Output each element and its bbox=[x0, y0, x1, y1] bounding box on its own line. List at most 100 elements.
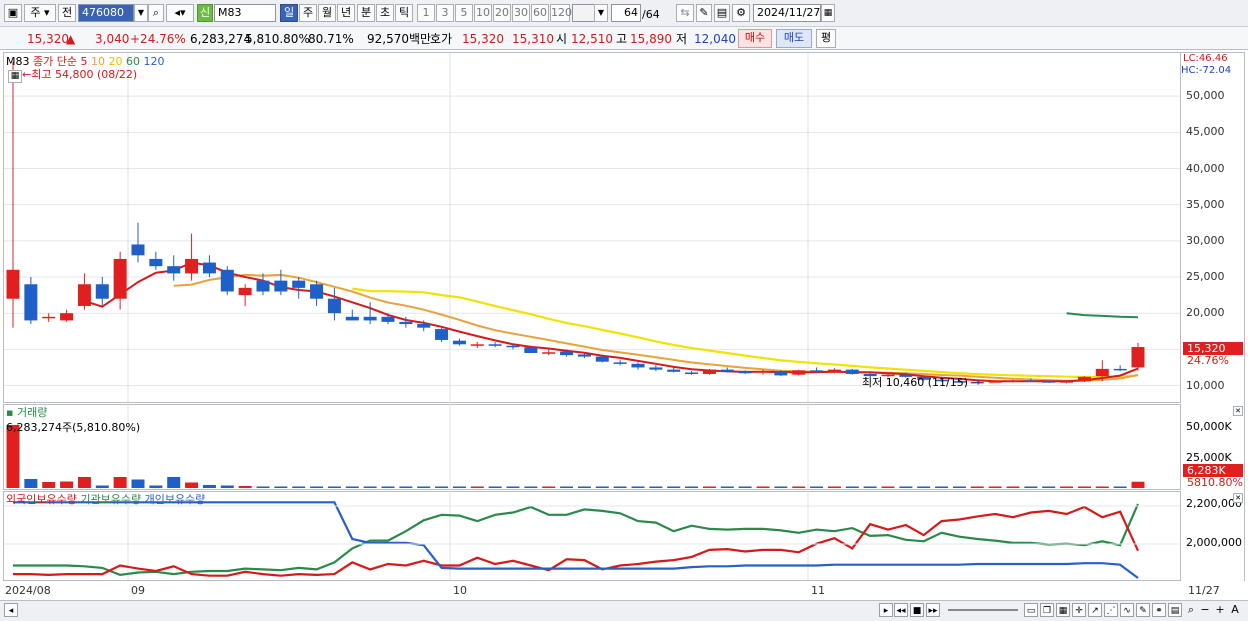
volume-tick-50000k: 50,000K bbox=[1186, 420, 1232, 433]
candle-body bbox=[185, 258, 199, 274]
candle-body bbox=[470, 344, 484, 346]
volume-title-text: 거래량 bbox=[16, 406, 48, 419]
volume-tick-25000k: 25,000K bbox=[1186, 451, 1232, 464]
candle-body bbox=[24, 284, 38, 321]
close-icon[interactable]: ✕ bbox=[1233, 406, 1243, 416]
x-label-2024-08: 2024/08 bbox=[5, 584, 51, 597]
candle-body bbox=[595, 356, 609, 362]
candle-body bbox=[310, 284, 324, 299]
zoom-slider[interactable] bbox=[948, 609, 1018, 611]
candle-body bbox=[256, 280, 270, 292]
volume-bar bbox=[1006, 486, 1020, 488]
volume-bar bbox=[256, 486, 270, 488]
price-tick-label: 40,000 bbox=[1186, 161, 1225, 175]
volume-value-text: 6,283,274주(5,810.80%) bbox=[6, 421, 141, 434]
legend-individual: 개인보유수량 bbox=[144, 493, 206, 506]
candle-body bbox=[381, 316, 395, 322]
volume-bar bbox=[827, 486, 841, 488]
volume-bar bbox=[202, 485, 216, 488]
candle-body bbox=[738, 371, 752, 374]
volume-bar bbox=[613, 486, 627, 488]
price-tick-label: 20,000 bbox=[1186, 306, 1225, 320]
grid-icon[interactable]: ▦ bbox=[1056, 603, 1070, 617]
volume-bar bbox=[935, 486, 949, 488]
candle-body bbox=[524, 347, 538, 353]
holdings-tick-2000000: 2,000,000 bbox=[1186, 536, 1242, 549]
candle-body bbox=[345, 316, 359, 321]
candle-body bbox=[363, 316, 377, 321]
auto-scale-icon[interactable]: A bbox=[1228, 603, 1242, 617]
candle-body bbox=[1042, 381, 1056, 383]
play-icon[interactable]: ▸▸ bbox=[926, 603, 940, 617]
candle-body bbox=[399, 321, 413, 325]
volume-bar bbox=[774, 486, 788, 488]
candle-body bbox=[417, 324, 431, 328]
volume-bar bbox=[560, 486, 574, 488]
candle-body bbox=[1060, 381, 1074, 383]
chart-canvas[interactable] bbox=[0, 0, 1248, 621]
stop-icon[interactable]: ■ bbox=[910, 603, 924, 617]
zoom-in-icon[interactable]: + bbox=[1213, 603, 1227, 617]
copy-icon[interactable]: ❐ bbox=[1040, 603, 1054, 617]
rewind-icon[interactable]: ◂◂ bbox=[894, 603, 908, 617]
high-marker: ←최고 54,800 (08/22) bbox=[22, 68, 138, 81]
ma20-line bbox=[352, 287, 1139, 379]
x-label-end: 11/27 bbox=[1188, 584, 1220, 597]
volume-bar bbox=[113, 477, 127, 488]
volume-bar bbox=[363, 486, 377, 488]
current-pct-label: 24.76% bbox=[1187, 354, 1229, 367]
crosshair-icon[interactable]: ✛ bbox=[1072, 603, 1086, 617]
close-icon[interactable]: ✕ bbox=[1233, 493, 1243, 503]
legend-foreign: 외국인보유수량 bbox=[6, 493, 77, 506]
calendar-icon[interactable]: ▦ bbox=[8, 70, 22, 83]
candle-body bbox=[202, 262, 216, 274]
candle-body bbox=[1077, 376, 1091, 382]
volume-title: ▪ 거래량 bbox=[6, 406, 48, 419]
volume-bar bbox=[42, 482, 56, 488]
volume-bar bbox=[577, 486, 591, 488]
scroll-right-icon[interactable]: ▸ bbox=[879, 603, 893, 617]
scroll-left-icon[interactable]: ◂ bbox=[4, 603, 18, 617]
fan-icon[interactable]: ⋰ bbox=[1104, 603, 1118, 617]
trendline-icon[interactable]: ↗ bbox=[1088, 603, 1102, 617]
candle-body bbox=[631, 363, 645, 368]
zoom-out-icon[interactable]: − bbox=[1198, 603, 1212, 617]
volume-bar bbox=[77, 477, 91, 488]
volume-bar bbox=[327, 486, 341, 488]
volume-bar bbox=[345, 486, 359, 488]
chain-icon[interactable]: ⚭ bbox=[1152, 603, 1166, 617]
grid-lines-icon[interactable]: ▤ bbox=[1168, 603, 1182, 617]
hc-value: HC:-72.04 bbox=[1181, 65, 1232, 76]
volume-bar bbox=[417, 486, 431, 488]
candle-body bbox=[435, 329, 449, 340]
volume-bar bbox=[899, 486, 913, 488]
candle-body bbox=[506, 345, 520, 348]
volume-bar bbox=[1095, 486, 1109, 488]
zoom-icon[interactable]: ⌕ bbox=[1184, 603, 1198, 617]
draw-icon[interactable]: ✎ bbox=[1136, 603, 1150, 617]
volume-bar bbox=[24, 479, 38, 488]
holdings-legend: 외국인보유수량 기관보유수량 개인보유수량 bbox=[6, 491, 205, 507]
volume-bar bbox=[95, 485, 109, 488]
volume-bar bbox=[845, 486, 859, 488]
candle-body bbox=[560, 351, 574, 356]
lc-value: LC:46.46 bbox=[1183, 53, 1228, 64]
candle-body bbox=[131, 244, 145, 256]
volume-bar bbox=[881, 486, 895, 488]
candle-body bbox=[774, 371, 788, 376]
volume-bar bbox=[131, 479, 145, 488]
volume-bar bbox=[756, 486, 770, 488]
volume-bar bbox=[470, 486, 484, 488]
candle-body bbox=[845, 369, 859, 374]
volume-bar bbox=[399, 486, 413, 488]
volume-bar bbox=[720, 486, 734, 488]
candle-body bbox=[988, 381, 1002, 383]
layout-icon[interactable]: ▭ bbox=[1024, 603, 1038, 617]
volume-bar bbox=[970, 486, 984, 488]
volume-bar bbox=[667, 486, 681, 488]
volume-bar bbox=[238, 486, 252, 488]
price-tick-label: 30,000 bbox=[1186, 233, 1225, 247]
wave-icon[interactable]: ∿ bbox=[1120, 603, 1134, 617]
volume-current-pct: 5810.80% bbox=[1187, 476, 1243, 489]
high-marker-text: 최고 54,800 (08/22) bbox=[31, 68, 138, 81]
